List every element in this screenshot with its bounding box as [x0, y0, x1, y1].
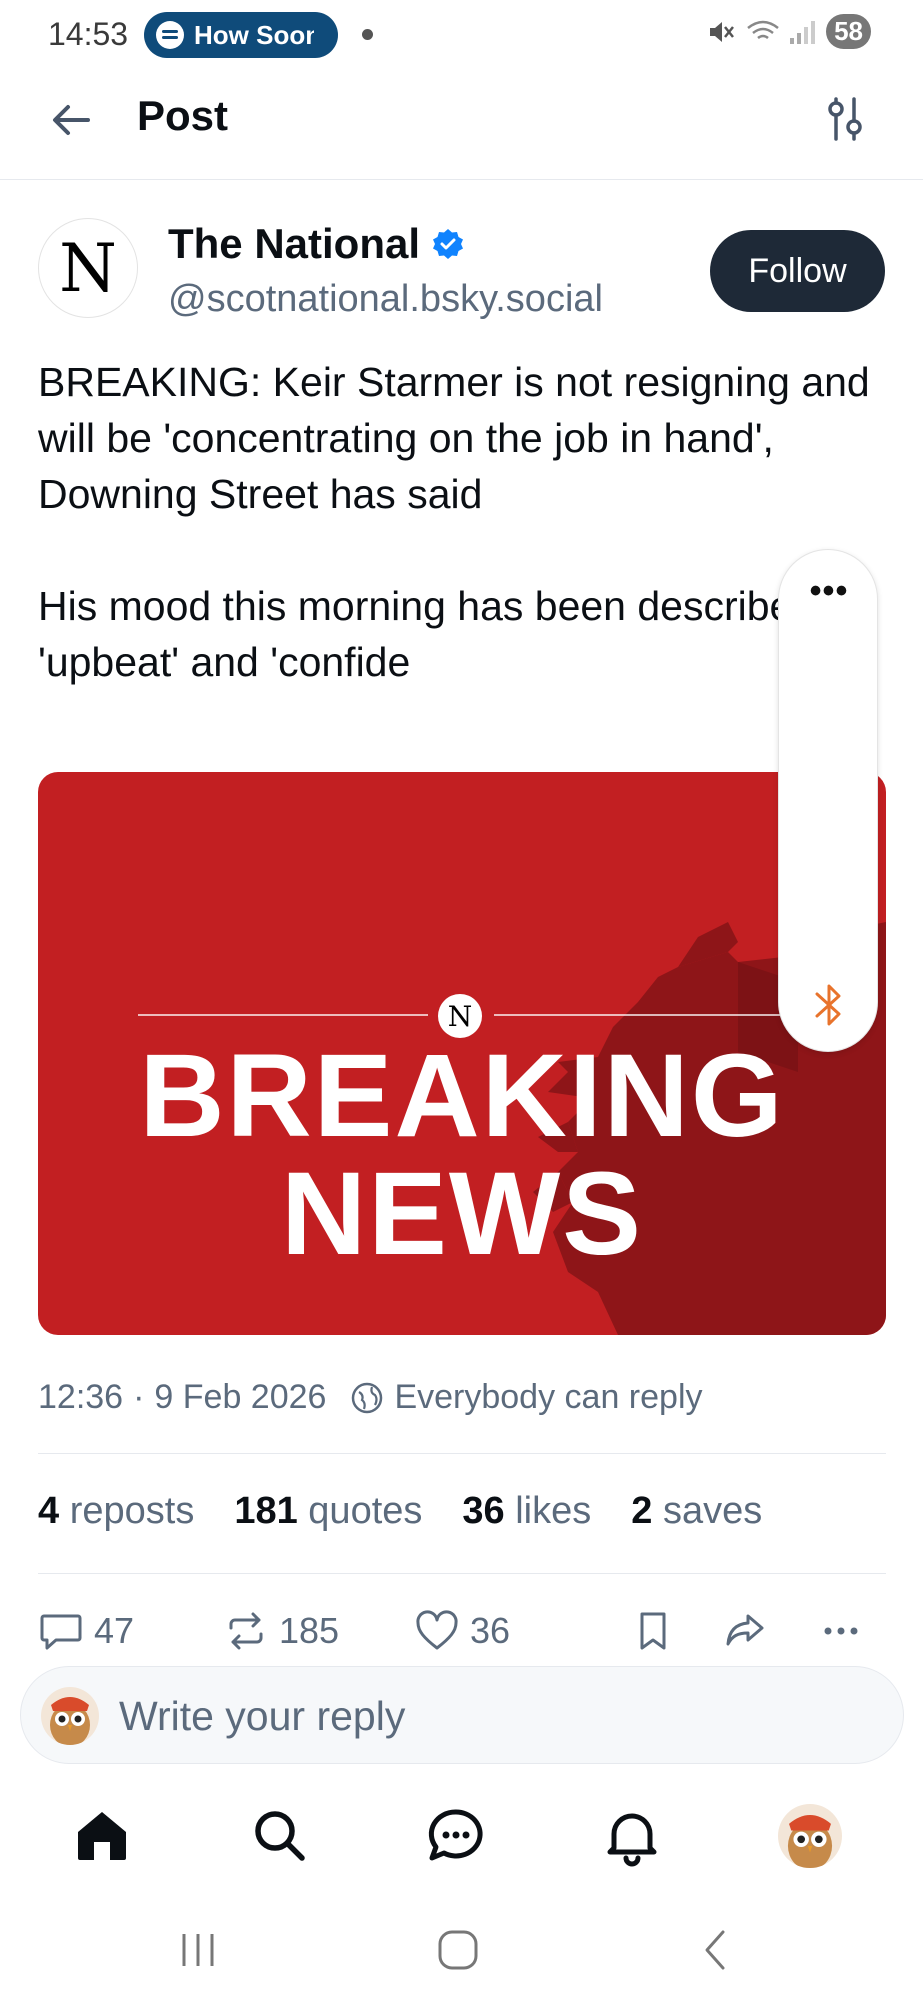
reply-setting[interactable]: Everybody can reply: [394, 1378, 702, 1417]
stat-reposts[interactable]: 4 reposts: [38, 1490, 194, 1533]
stat-saves-count: 2: [631, 1490, 653, 1532]
profile-avatar[interactable]: [778, 1804, 842, 1868]
filter-icon[interactable]: [825, 95, 865, 143]
stat-likes[interactable]: 36 likes: [462, 1490, 591, 1533]
floating-side-panel: •••: [778, 549, 878, 1052]
stat-quotes-label: quotes: [308, 1490, 423, 1532]
bookmark-icon: [640, 1612, 666, 1650]
post-date: 9 Feb 2026: [154, 1378, 327, 1416]
now-playing-title: How Soon: [194, 19, 314, 50]
heart-icon: [416, 1610, 458, 1650]
repost-count: 185: [279, 1610, 340, 1651]
reply-composer[interactable]: Write your reply: [20, 1666, 904, 1764]
recent-apps-icon[interactable]: [176, 1928, 220, 1972]
divider: [38, 1453, 886, 1454]
follow-button[interactable]: Follow: [710, 230, 885, 312]
home-icon[interactable]: [70, 1804, 134, 1868]
top-header: Post: [0, 70, 923, 180]
post-meta: 12:36 · 9 Feb 2026 Everybody can reply: [38, 1378, 703, 1417]
reply-icon: [40, 1614, 82, 1650]
now-playing-pill[interactable]: How Soon: [144, 12, 338, 58]
stat-saves-label: saves: [662, 1490, 763, 1532]
chat-icon[interactable]: [424, 1804, 488, 1868]
post-image[interactable]: N BREAKING NEWS: [38, 772, 886, 1335]
like-count: 36: [470, 1610, 511, 1651]
notification-dot: [362, 29, 373, 40]
stat-reposts-label: reposts: [69, 1490, 195, 1532]
user-avatar: [41, 1687, 99, 1745]
home-button-icon[interactable]: [436, 1928, 480, 1972]
stat-quotes-count: 181: [234, 1490, 298, 1532]
back-arrow-icon[interactable]: [46, 95, 96, 145]
system-navigation: [0, 1900, 923, 2000]
stat-likes-label: likes: [515, 1490, 592, 1532]
image-rule-right: [494, 1014, 784, 1016]
author-handle[interactable]: @scotnational.bsky.social: [168, 278, 603, 321]
like-button[interactable]: 36: [414, 1608, 510, 1654]
engagement-stats: 4 reposts 181 quotes 36 likes 2 saves: [38, 1490, 762, 1533]
post-actions: 47 185 36: [38, 1608, 886, 1664]
search-icon[interactable]: [248, 1804, 312, 1868]
stat-quotes[interactable]: 181 quotes: [234, 1490, 422, 1533]
mute-icon: [710, 21, 735, 42]
page-title: Post: [137, 92, 229, 139]
stat-likes-count: 36: [462, 1490, 505, 1532]
status-icons: 58: [706, 14, 871, 49]
post-time: 12:36: [38, 1378, 124, 1416]
image-heading-news: NEWS: [281, 1148, 643, 1280]
more-icon: [824, 1627, 858, 1635]
status-time: 14:53: [48, 16, 129, 52]
stat-reposts-count: 4: [38, 1490, 60, 1532]
verified-icon: [433, 229, 464, 259]
more-options-button[interactable]: [818, 1608, 864, 1654]
reply-count: 47: [94, 1610, 135, 1651]
share-button[interactable]: [722, 1608, 768, 1654]
bookmark-button[interactable]: [630, 1608, 676, 1654]
system-back-icon[interactable]: [695, 1928, 739, 1972]
author-name[interactable]: The National: [168, 220, 420, 268]
divider: [38, 1573, 886, 1574]
wifi-signal-icon: [747, 20, 816, 44]
reply-placeholder: Write your reply: [119, 1693, 406, 1739]
bell-icon[interactable]: [600, 1804, 664, 1868]
post-text: BREAKING: Keir Starmer is not resigning …: [38, 359, 870, 685]
spotify-icon: [156, 21, 184, 49]
side-panel-more-button[interactable]: •••: [779, 572, 879, 611]
repost-icon: [229, 1612, 263, 1650]
share-icon: [726, 1614, 764, 1646]
repost-button[interactable]: 185: [223, 1608, 339, 1654]
author-name-row[interactable]: The National: [168, 220, 464, 268]
battery-indicator: 58: [826, 14, 871, 49]
owl-avatar-image: [778, 1804, 842, 1868]
author-avatar[interactable]: N: [38, 218, 138, 318]
reply-button[interactable]: 47: [38, 1608, 134, 1654]
image-heading-breaking: BREAKING: [139, 1030, 785, 1162]
stat-saves[interactable]: 2 saves: [631, 1490, 762, 1533]
globe-icon: [352, 1382, 383, 1413]
owl-avatar-image: [41, 1687, 99, 1745]
bluetooth-icon[interactable]: [809, 980, 849, 1030]
status-bar: 14:53 How Soon 58: [0, 0, 923, 70]
image-rule-left: [138, 1014, 428, 1016]
bottom-navigation: [0, 1790, 923, 1890]
meta-separator: ·: [133, 1378, 145, 1416]
